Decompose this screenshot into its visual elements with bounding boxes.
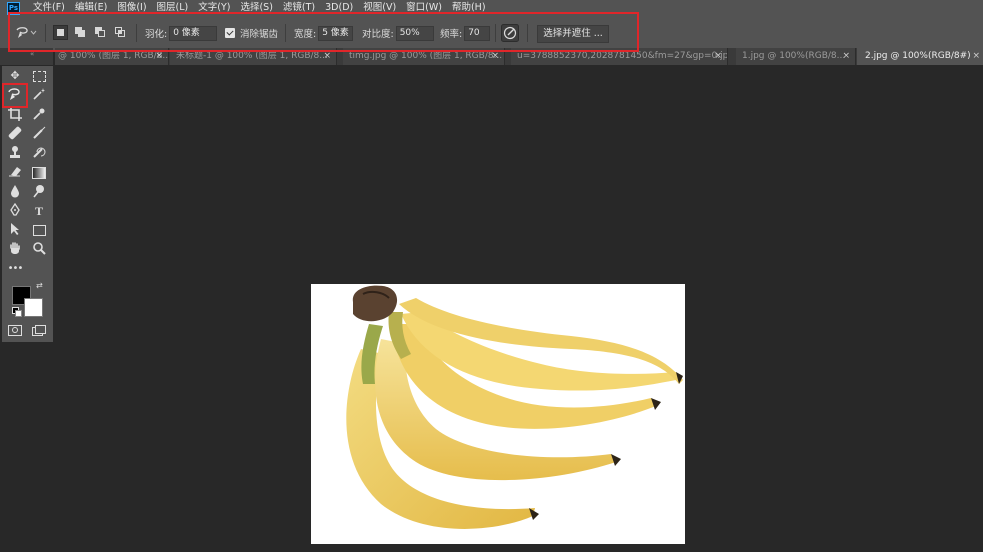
tab-label: 未标题-1 @ 100% (图层 1, RGB/8... — [176, 51, 328, 61]
document-tab[interactable]: 未标题-1 @ 100% (图层 1, RGB/8... × — [170, 48, 337, 65]
menu-type[interactable]: 文字(Y) — [198, 0, 230, 16]
select-and-mask-button[interactable]: 选择并遮住 ... — [537, 25, 609, 43]
path-selection-tool-icon[interactable] — [6, 222, 24, 238]
feather-input[interactable]: 0 像素 — [169, 25, 218, 41]
close-tab-icon[interactable]: × — [155, 48, 163, 65]
photoshop-logo: Ps — [7, 2, 20, 15]
separator — [285, 24, 286, 42]
frequency-input[interactable]: 70 — [464, 25, 491, 41]
width-input[interactable]: 5 像素 — [318, 25, 354, 41]
close-tab-icon[interactable]: × — [491, 48, 499, 65]
magic-wand-tool-icon[interactable] — [30, 87, 48, 103]
history-brush-tool-icon[interactable] — [30, 145, 48, 161]
close-tab-icon[interactable]: × — [842, 48, 850, 65]
hand-tool-icon[interactable] — [6, 241, 24, 257]
toolbox-header: « — [0, 48, 53, 65]
separator — [527, 24, 528, 42]
dodge-tool-icon[interactable] — [30, 184, 48, 200]
frequency-label: 频率: — [440, 29, 463, 40]
eyedropper-tool-icon[interactable] — [30, 107, 48, 123]
intersect-selection-button[interactable] — [113, 25, 128, 40]
close-tab-icon[interactable]: × — [972, 48, 980, 65]
marquee-tool-icon[interactable] — [30, 68, 48, 84]
brush-tool-icon[interactable] — [30, 126, 48, 142]
new-selection-button[interactable] — [53, 25, 68, 40]
quick-mask-icon[interactable] — [8, 325, 22, 336]
document-tab[interactable]: u=3788852370,2028781450&fm=27&gp=0.jpg × — [511, 48, 728, 65]
contrast-input[interactable]: 50% — [395, 25, 434, 41]
menu-view[interactable]: 视图(V) — [363, 0, 396, 16]
menu-items: 文件(F) 编辑(E) 图像(I) 图层(L) 文字(Y) 选择(S) 滤镜(T… — [33, 0, 486, 16]
background-color-swatch[interactable] — [24, 298, 43, 317]
document-tab[interactable]: @ 100% (图层 1, RGB/8... × — [55, 48, 169, 65]
move-tool-icon[interactable]: ✥ — [6, 68, 24, 84]
swap-colors-icon[interactable]: ⇄ — [36, 281, 43, 290]
add-to-selection-button[interactable] — [73, 25, 88, 40]
width-label: 宽度: — [294, 29, 317, 40]
menu-bar: Ps 文件(F) 编辑(E) 图像(I) 图层(L) 文字(Y) 选择(S) 滤… — [0, 0, 983, 16]
type-tool-icon[interactable]: T — [30, 203, 48, 219]
width-control: 宽度: 5 像素 — [294, 16, 354, 50]
tab-label: 2.jpg @ 100%(RGB/8#) — [865, 51, 971, 61]
subtract-from-selection-button[interactable] — [93, 25, 108, 40]
default-colors-icon[interactable] — [12, 307, 22, 317]
menu-filter[interactable]: 滤镜(T) — [283, 0, 315, 16]
screen-mode-icon[interactable] — [32, 325, 46, 336]
collapse-toolbox-icon[interactable]: « — [30, 50, 34, 58]
tab-label: timg.jpg @ 100% (图层 1, RGB/8... — [349, 51, 503, 61]
separator — [136, 24, 137, 42]
menu-help[interactable]: 帮助(H) — [452, 0, 486, 16]
antialias-label: 消除锯齿 — [240, 29, 279, 40]
more-tools-icon[interactable]: ••• — [6, 261, 24, 277]
menu-layer[interactable]: 图层(L) — [157, 0, 189, 16]
close-tab-icon[interactable]: × — [323, 48, 331, 65]
antialias-control[interactable]: 消除锯齿 — [225, 16, 278, 50]
tool-preset-picker[interactable] — [14, 16, 38, 50]
tab-label: u=3788852370,2028781450&fm=27&gp=0.jpg — [517, 51, 728, 61]
pen-pressure-icon — [501, 24, 519, 42]
magnetic-lasso-icon — [16, 27, 37, 38]
separator — [495, 24, 496, 42]
pen-pressure-button[interactable] — [501, 16, 519, 50]
tab-label: @ 100% (图层 1, RGB/8... — [58, 51, 169, 61]
close-tab-icon[interactable]: × — [714, 48, 722, 65]
menu-image[interactable]: 图像(I) — [117, 0, 146, 16]
toolbox: ✥ T ••• ⇄ — [2, 66, 53, 342]
frequency-control: 频率: 70 — [440, 16, 491, 50]
clone-stamp-tool-icon[interactable] — [6, 145, 24, 161]
magnetic-lasso-tool-icon[interactable] — [6, 87, 24, 103]
crop-tool-icon[interactable] — [6, 107, 24, 123]
menu-file[interactable]: 文件(F) — [33, 0, 65, 16]
rectangle-tool-icon[interactable] — [30, 222, 48, 238]
document-tab-active[interactable]: 2.jpg @ 100%(RGB/8#) × — [857, 48, 983, 65]
contrast-label: 对比度: — [362, 29, 394, 40]
feather-label: 羽化: — [145, 29, 168, 40]
menu-select[interactable]: 选择(S) — [240, 0, 272, 16]
blur-tool-icon[interactable] — [6, 184, 24, 200]
options-bar: 羽化: 0 像素 消除锯齿 宽度: 5 像素 对比度: 50% 频率: 70 选… — [0, 16, 983, 51]
menu-3d[interactable]: 3D(D) — [325, 0, 353, 16]
document-tab[interactable]: timg.jpg @ 100% (图层 1, RGB/8... × — [343, 48, 505, 65]
document-tab[interactable]: 1.jpg @ 100%(RGB/8... × — [736, 48, 856, 65]
contrast-control: 对比度: 50% — [362, 16, 434, 50]
gradient-tool-icon[interactable] — [30, 164, 48, 180]
menu-window[interactable]: 窗口(W) — [406, 0, 442, 16]
document-canvas[interactable] — [311, 284, 685, 544]
document-tab-bar: @ 100% (图层 1, RGB/8... × 未标题-1 @ 100% (图… — [55, 48, 983, 65]
eraser-tool-icon[interactable] — [6, 164, 24, 180]
pen-tool-icon[interactable] — [6, 202, 24, 219]
tab-label: 1.jpg @ 100%(RGB/8... — [742, 51, 846, 61]
menu-edit[interactable]: 编辑(E) — [75, 0, 107, 16]
separator — [45, 24, 46, 42]
antialias-checkbox[interactable] — [225, 28, 235, 38]
banana-image — [346, 285, 683, 529]
healing-brush-tool-icon[interactable] — [6, 126, 24, 142]
feather-control: 羽化: 0 像素 — [145, 16, 218, 50]
zoom-tool-icon[interactable] — [30, 241, 48, 257]
